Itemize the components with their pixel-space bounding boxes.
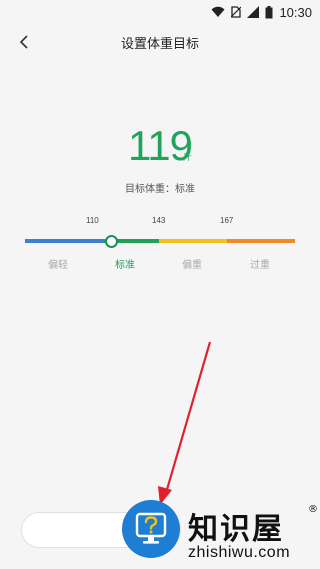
scale-tick: 167 bbox=[220, 216, 234, 225]
annotation-arrow bbox=[158, 341, 212, 505]
signal-icon bbox=[247, 6, 260, 18]
watermark-registered-mark: ® bbox=[308, 504, 318, 515]
watermark-title: 知识屋 bbox=[188, 512, 284, 547]
watermark-domain: zhishiwu.com bbox=[188, 544, 291, 561]
watermark: 知识屋 ® zhishiwu.com bbox=[122, 500, 320, 569]
category-obese: 过重 bbox=[250, 260, 270, 271]
status-time: 10:30 bbox=[279, 4, 312, 20]
header: 设置体重目标 bbox=[0, 24, 320, 60]
battery-icon bbox=[265, 5, 273, 18]
help-monitor-icon bbox=[122, 500, 180, 558]
weight-scale[interactable] bbox=[25, 239, 295, 243]
page-title: 设置体重目标 bbox=[120, 37, 199, 52]
scale-tick: 110 bbox=[86, 216, 99, 225]
weight-unit: 斤 bbox=[183, 153, 193, 163]
no-sim-icon bbox=[231, 6, 242, 18]
goal-text: 目标体重：标准 bbox=[125, 184, 195, 195]
scale-slider-handle[interactable] bbox=[104, 235, 118, 248]
scale-tick: 143 bbox=[152, 216, 166, 225]
scale-segment-underweight bbox=[25, 239, 103, 243]
category-overweight: 偏重 bbox=[182, 260, 202, 271]
weight-display: 119 斤 bbox=[0, 122, 320, 170]
scale-segment-overweight bbox=[159, 239, 227, 243]
scale-segment-obese bbox=[227, 239, 295, 243]
wifi-icon bbox=[211, 6, 225, 17]
status-icons: 10:30 bbox=[211, 3, 312, 21]
category-underweight: 偏轻 bbox=[48, 260, 68, 271]
status-bar: 10:30 bbox=[0, 0, 320, 24]
category-normal: 标准 bbox=[115, 260, 135, 271]
